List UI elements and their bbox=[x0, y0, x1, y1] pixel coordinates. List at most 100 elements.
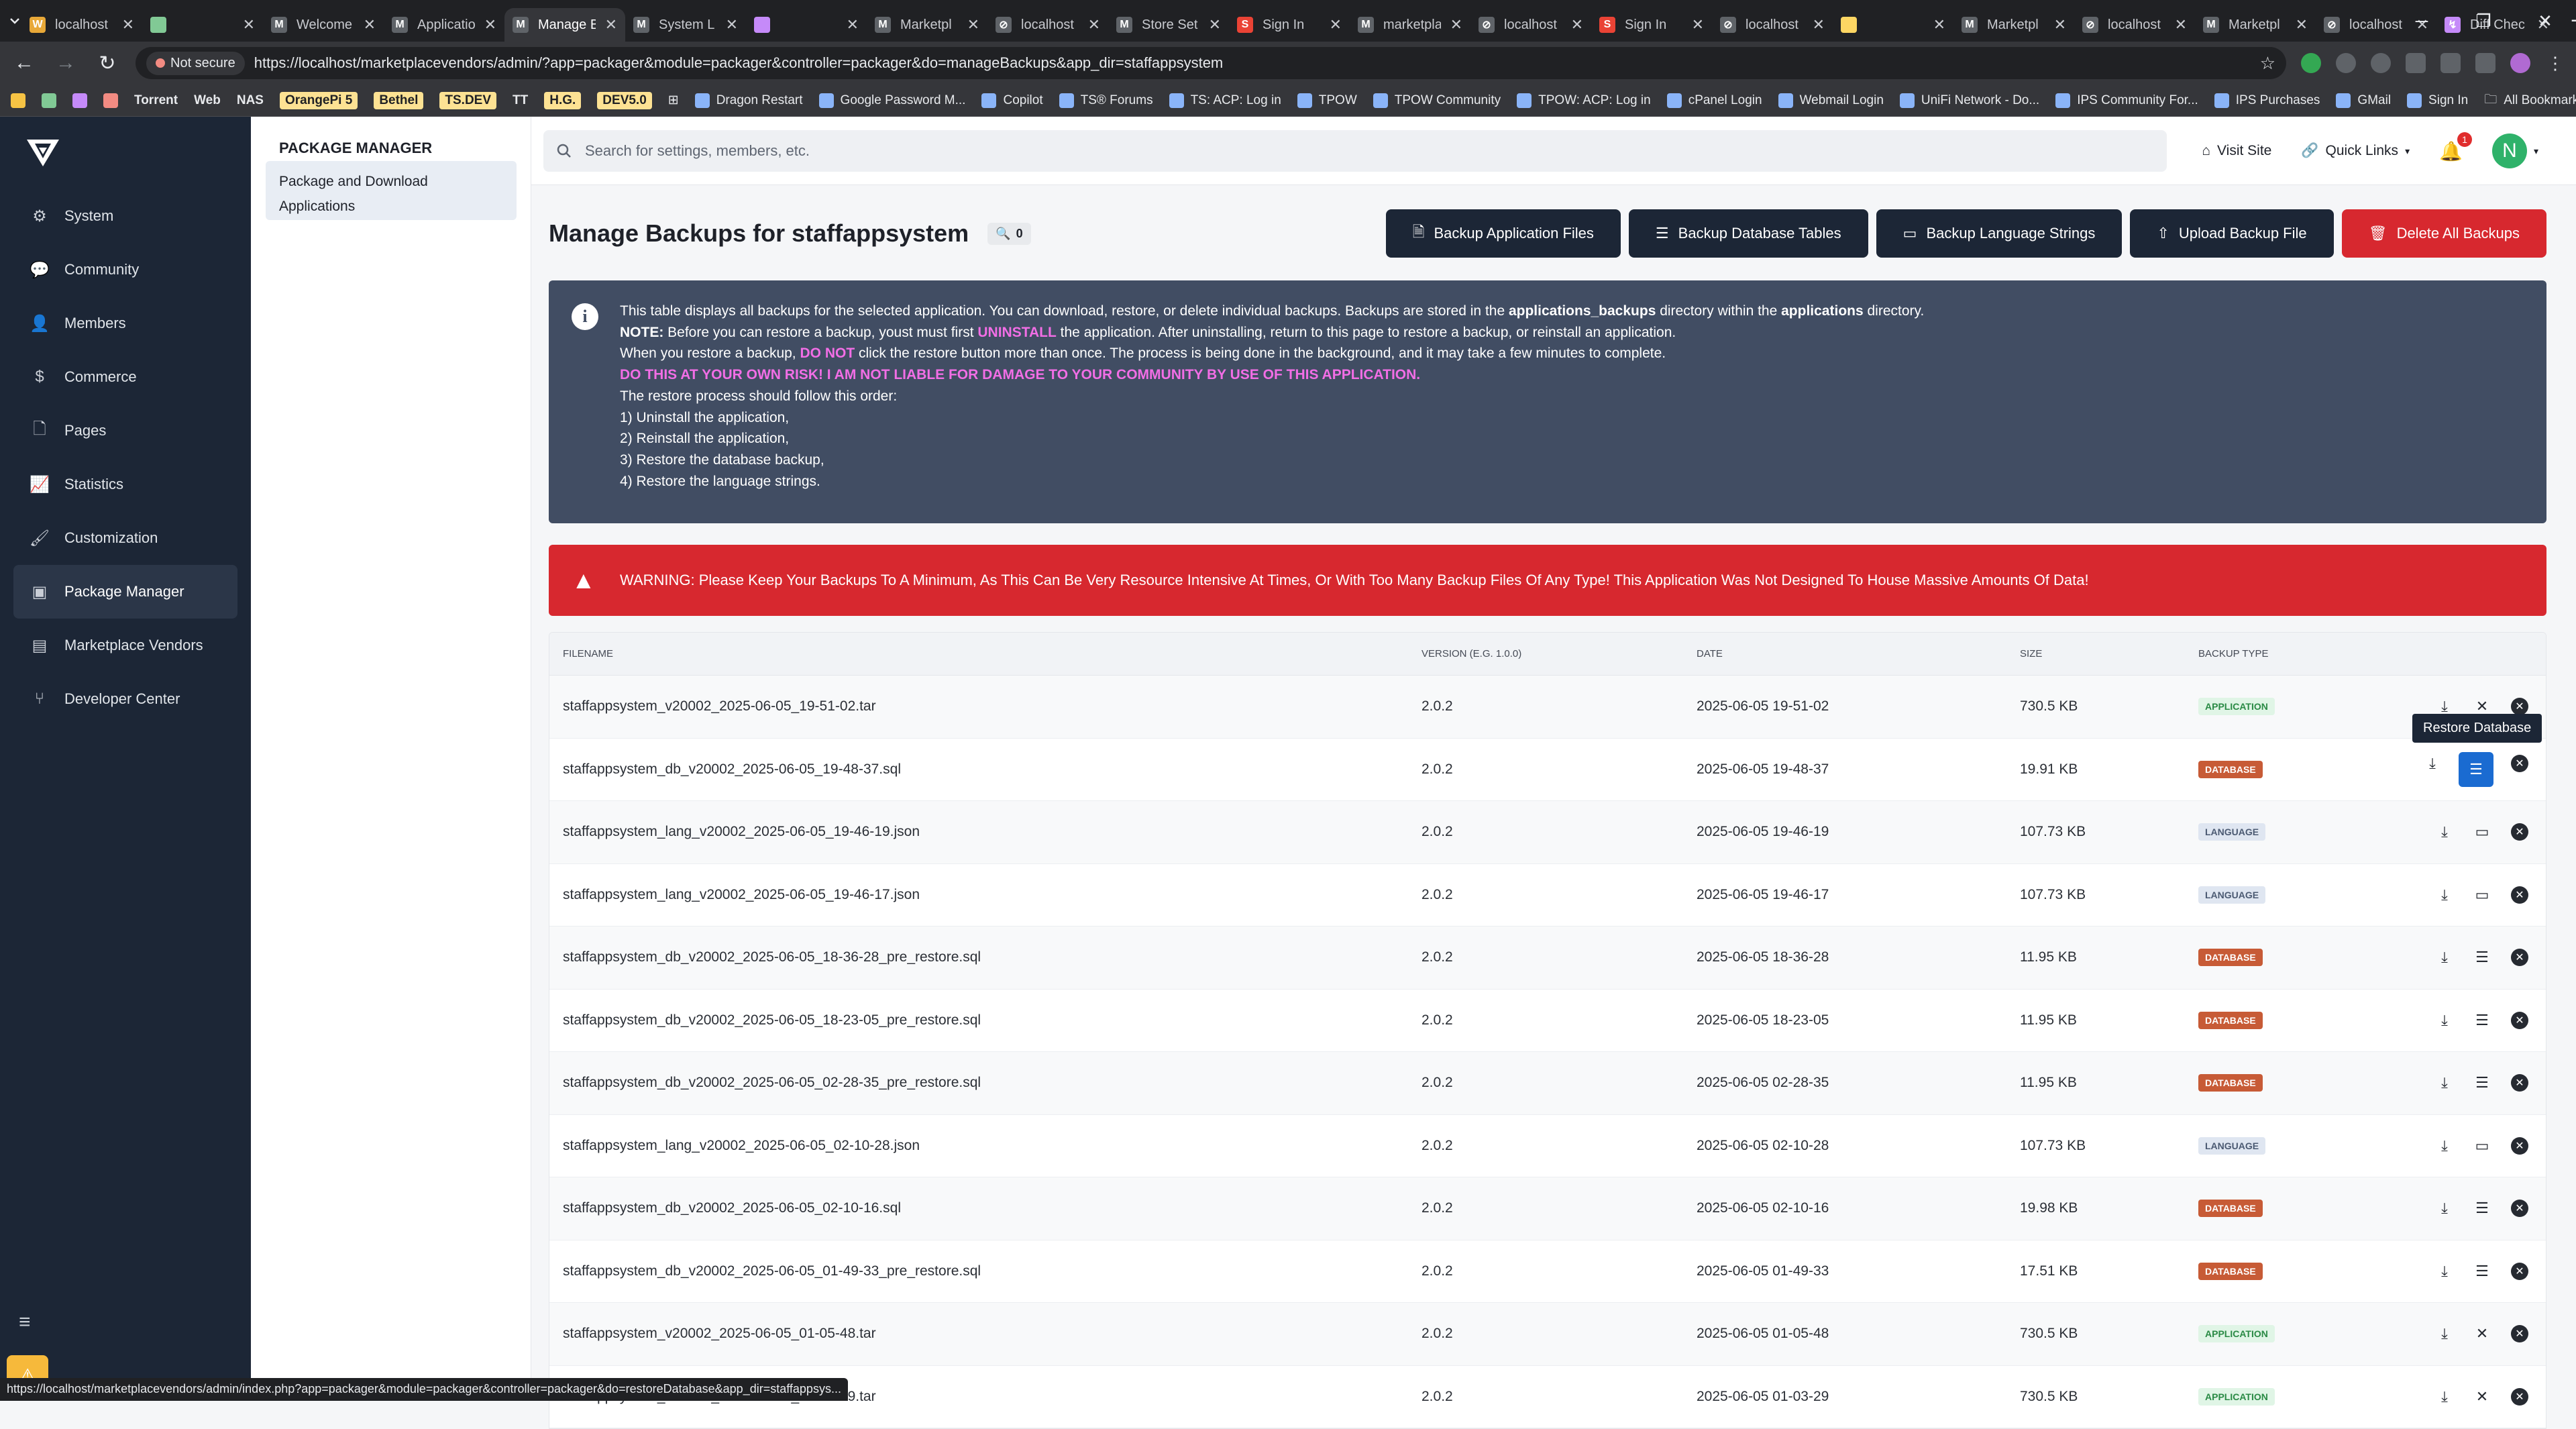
uninstall-x-icon[interactable]: ✕ bbox=[2471, 1322, 2493, 1345]
tab-close-icon[interactable]: ✕ bbox=[364, 16, 376, 34]
restore-database-icon[interactable]: ☰ bbox=[2471, 1071, 2493, 1094]
restore-database-icon[interactable]: ☰ bbox=[2471, 1009, 2493, 1032]
delete-backup-icon[interactable]: ✕ bbox=[2508, 946, 2531, 969]
minimize-icon[interactable]: ─ bbox=[2391, 0, 2453, 42]
browser-tab[interactable]: Wlocalhost ✕ bbox=[21, 8, 142, 42]
downloads-icon[interactable] bbox=[2475, 53, 2496, 73]
browser-tab[interactable]: ✕ bbox=[1833, 8, 1953, 42]
restore-language-icon[interactable]: ▭ bbox=[2471, 884, 2493, 906]
bookmark-item[interactable]: Copilot bbox=[981, 93, 1043, 108]
browser-tab[interactable]: ⊘ localhost ✕ bbox=[1712, 8, 1833, 42]
delete-backup-icon[interactable]: ✕ bbox=[2508, 1260, 2531, 1283]
download-icon[interactable]: ⤓ bbox=[2421, 752, 2444, 775]
bookmark-colored-icon[interactable] bbox=[11, 93, 25, 108]
sidebar-item-pages[interactable]: 🗋 Pages bbox=[13, 404, 237, 458]
bookmark-item[interactable]: TPOW Community bbox=[1373, 93, 1501, 108]
download-icon[interactable]: ⤓ bbox=[2433, 1322, 2456, 1345]
subnav-item-package-download[interactable]: Package and Download Applications bbox=[266, 161, 517, 220]
tab-close-icon[interactable]: ✕ bbox=[1088, 16, 1100, 34]
delete-backup-icon[interactable]: ✕ bbox=[2508, 1197, 2531, 1220]
bookmark-item[interactable]: NAS bbox=[237, 93, 264, 108]
acp-search-input[interactable]: Search for settings, members, etc. bbox=[543, 130, 2167, 172]
extensions-puzzle-icon[interactable] bbox=[2440, 53, 2461, 73]
bookmark-item[interactable]: Dragon Restart bbox=[694, 93, 803, 108]
bookmark-item[interactable]: Torrent bbox=[134, 93, 178, 108]
extension-box-icon[interactable] bbox=[2406, 53, 2426, 73]
tab-close-icon[interactable]: ✕ bbox=[1692, 16, 1704, 34]
browser-tab[interactable]: M System L ✕ bbox=[625, 8, 746, 42]
bookmark-item[interactable]: DEV5.0 bbox=[597, 91, 652, 109]
browser-tab[interactable]: S Sign In ✕ bbox=[1591, 8, 1712, 42]
bookmark-item[interactable]: H.G. bbox=[544, 91, 582, 109]
restore-language-icon[interactable]: ▭ bbox=[2471, 1134, 2493, 1157]
browser-tab[interactable]: ✕ bbox=[142, 8, 263, 42]
sidebar-item-package-manager[interactable]: ▣ Package Manager bbox=[13, 565, 237, 619]
upload-backup-file-button[interactable]: ⇧ Upload Backup File bbox=[2130, 209, 2334, 258]
download-icon[interactable]: ⤓ bbox=[2433, 1009, 2456, 1032]
delete-backup-icon[interactable]: ✕ bbox=[2508, 1322, 2531, 1345]
browser-tab[interactable]: M Store Set ✕ bbox=[1108, 8, 1229, 42]
bookmark-item[interactable]: TT bbox=[513, 93, 528, 108]
tab-search-chevron-icon[interactable] bbox=[8, 7, 21, 34]
delete-backup-icon[interactable]: ✕ bbox=[2508, 1134, 2531, 1157]
backup-application-files-button[interactable]: 🗎 Backup Application Files bbox=[1385, 209, 1621, 258]
backup-language-strings-button[interactable]: ▭ Backup Language Strings bbox=[1876, 209, 2123, 258]
bookmark-item[interactable]: TPOW: ACP: Log in bbox=[1517, 93, 1651, 108]
browser-tab[interactable]: M Manage B ✕ bbox=[504, 8, 625, 42]
maximize-icon[interactable]: ❐ bbox=[2453, 0, 2514, 42]
bookmark-item[interactable]: Sign In bbox=[2407, 93, 2468, 108]
restore-language-icon[interactable]: ▭ bbox=[2471, 821, 2493, 843]
sidebar-item-members[interactable]: 👤 Members bbox=[13, 297, 237, 350]
tab-close-icon[interactable]: ✕ bbox=[2175, 16, 2187, 34]
url-omnibox[interactable]: Not secure https://localhost/marketplace… bbox=[136, 47, 2286, 79]
delete-backup-icon[interactable]: ✕ bbox=[2508, 752, 2531, 775]
apps-grid-icon[interactable]: ⊞ bbox=[668, 93, 679, 108]
bookmark-item[interactable]: TS: ACP: Log in bbox=[1169, 93, 1281, 108]
tab-close-icon[interactable]: ✕ bbox=[1330, 16, 1342, 34]
bookmark-item[interactable]: cPanel Login bbox=[1666, 93, 1762, 108]
bookmark-item[interactable]: IPS Purchases bbox=[2214, 93, 2320, 108]
tab-close-icon[interactable]: ✕ bbox=[1933, 16, 1945, 34]
tab-close-icon[interactable]: ✕ bbox=[2054, 16, 2066, 34]
download-icon[interactable]: ⤓ bbox=[2433, 1385, 2456, 1408]
browser-tab[interactable]: M Marketpl ✕ bbox=[2195, 8, 2316, 42]
restore-database-icon[interactable]: ☰ bbox=[2471, 1197, 2493, 1220]
bookmark-colored-icon[interactable] bbox=[103, 93, 118, 108]
download-icon[interactable]: ⤓ bbox=[2433, 1071, 2456, 1094]
download-icon[interactable]: ⤓ bbox=[2433, 946, 2456, 969]
tab-close-icon[interactable]: ✕ bbox=[484, 16, 496, 34]
back-icon[interactable]: ← bbox=[11, 52, 38, 74]
bookmark-item[interactable]: UniFi Network - Do... bbox=[1899, 93, 2039, 108]
delete-backup-icon[interactable]: ✕ bbox=[2508, 1385, 2531, 1408]
bookmark-item[interactable]: OrangePi 5 bbox=[279, 91, 358, 109]
bookmark-item[interactable]: IPS Community For... bbox=[2055, 93, 2198, 108]
tab-close-icon[interactable]: ✕ bbox=[726, 16, 738, 34]
star-bookmark-icon[interactable]: ☆ bbox=[2260, 53, 2275, 74]
bookmark-item[interactable]: Google Password M... bbox=[818, 93, 965, 108]
reload-icon[interactable]: ↻ bbox=[94, 52, 121, 75]
browser-tab[interactable]: S Sign In ✕ bbox=[1229, 8, 1350, 42]
browser-tab[interactable]: M Applicatio ✕ bbox=[384, 8, 504, 42]
download-icon[interactable]: ⤓ bbox=[2433, 821, 2456, 843]
backup-database-tables-button[interactable]: ☰ Backup Database Tables bbox=[1628, 209, 1868, 258]
browser-tab[interactable]: Mmarketpla ✕ bbox=[1350, 8, 1470, 42]
sidebar-item-customization[interactable]: 🖌 Customization bbox=[13, 511, 237, 565]
restore-database-icon[interactable]: ☰ bbox=[2459, 751, 2493, 787]
delete-backup-icon[interactable]: ✕ bbox=[2508, 884, 2531, 906]
browser-tab[interactable]: M Marketpl ✕ bbox=[1953, 8, 2074, 42]
browser-tab[interactable]: ✕ bbox=[746, 8, 867, 42]
download-icon[interactable]: ⤓ bbox=[2433, 1134, 2456, 1157]
sidebar-item-marketplace-vendors[interactable]: ▤ Marketplace Vendors bbox=[13, 619, 237, 672]
tab-close-icon[interactable]: ✕ bbox=[967, 16, 979, 34]
forward-icon[interactable]: → bbox=[52, 52, 79, 74]
all-bookmarks[interactable]: 🗀 All Bookmarks bbox=[2484, 90, 2576, 111]
browser-tab[interactable]: ⊘ localhost ✕ bbox=[987, 8, 1108, 42]
tab-close-icon[interactable]: ✕ bbox=[605, 16, 617, 34]
browser-tab[interactable]: ⊘ localhost ✕ bbox=[2074, 8, 2195, 42]
bookmark-colored-icon[interactable] bbox=[42, 93, 56, 108]
tab-close-icon[interactable]: ✕ bbox=[1813, 16, 1825, 34]
close-window-icon[interactable]: ✕ bbox=[2514, 0, 2576, 42]
bookmark-item[interactable]: Bethel bbox=[374, 91, 424, 109]
profile-avatar-icon[interactable] bbox=[2510, 53, 2530, 73]
tab-close-icon[interactable]: ✕ bbox=[2296, 16, 2308, 34]
